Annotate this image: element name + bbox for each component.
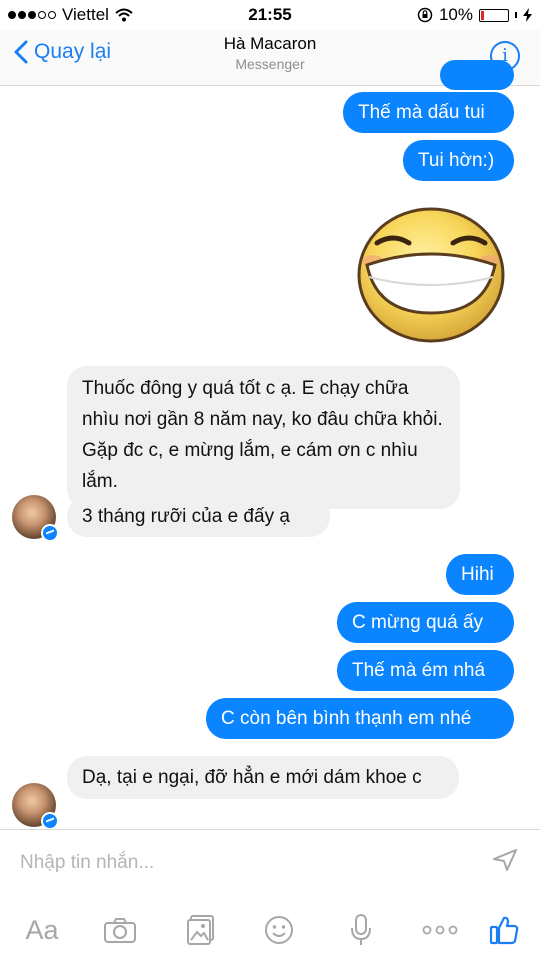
sent-message-bubble[interactable]: Hihi bbox=[446, 554, 514, 595]
sent-message-bubble[interactable]: Thế mà dấu tui bbox=[343, 92, 514, 133]
battery-level bbox=[481, 10, 484, 20]
camera-icon[interactable] bbox=[103, 910, 137, 950]
text-style-button[interactable]: Aa bbox=[22, 910, 62, 950]
send-icon[interactable] bbox=[492, 848, 518, 872]
composer-toolbar: Aa bbox=[0, 910, 540, 950]
microphone-icon[interactable] bbox=[348, 910, 374, 950]
received-message-bubble[interactable]: 3 tháng rưỡi của e đấy ạ bbox=[67, 496, 330, 537]
contact-avatar[interactable] bbox=[12, 495, 59, 542]
sent-message-bubble[interactable]: C còn bên bình thạnh em nhé bbox=[206, 698, 514, 739]
received-message-bubble[interactable]: Thuốc đông y quá tốt c ạ. E chạy chữa nh… bbox=[67, 366, 460, 509]
more-icon[interactable] bbox=[421, 910, 459, 950]
status-bar: Viettel 21:55 10% bbox=[0, 0, 540, 30]
messenger-badge-icon bbox=[41, 812, 59, 830]
clipped-message-bubble bbox=[440, 60, 514, 90]
message-input[interactable]: Nhập tin nhắn... bbox=[20, 852, 154, 874]
sent-message-bubble[interactable]: Thế mà ém nhá bbox=[337, 650, 514, 691]
battery-icon bbox=[479, 8, 509, 22]
charging-icon bbox=[523, 8, 532, 22]
contact-avatar[interactable] bbox=[12, 783, 59, 830]
received-message-bubble[interactable]: Dạ, tại e ngại, đỡ hẳn e mới dám khoe c bbox=[67, 756, 459, 799]
composer: Nhập tin nhắn... Aa bbox=[0, 829, 540, 960]
status-right: 10% bbox=[417, 5, 532, 25]
photo-icon[interactable] bbox=[185, 910, 217, 950]
battery-tip bbox=[515, 12, 517, 18]
sent-message-bubble[interactable]: C mừng quá ấy bbox=[337, 602, 514, 643]
orientation-lock-icon bbox=[417, 7, 433, 23]
contact-name[interactable]: Hà Macaron bbox=[0, 34, 540, 54]
messenger-badge-icon bbox=[41, 524, 59, 542]
battery-percent: 10% bbox=[438, 5, 473, 24]
emoji-icon[interactable] bbox=[263, 910, 295, 950]
laughing-face-sticker[interactable] bbox=[355, 205, 507, 345]
sent-message-bubble[interactable]: Tui hờn:) bbox=[403, 140, 514, 181]
thumbs-up-icon[interactable] bbox=[488, 910, 520, 950]
